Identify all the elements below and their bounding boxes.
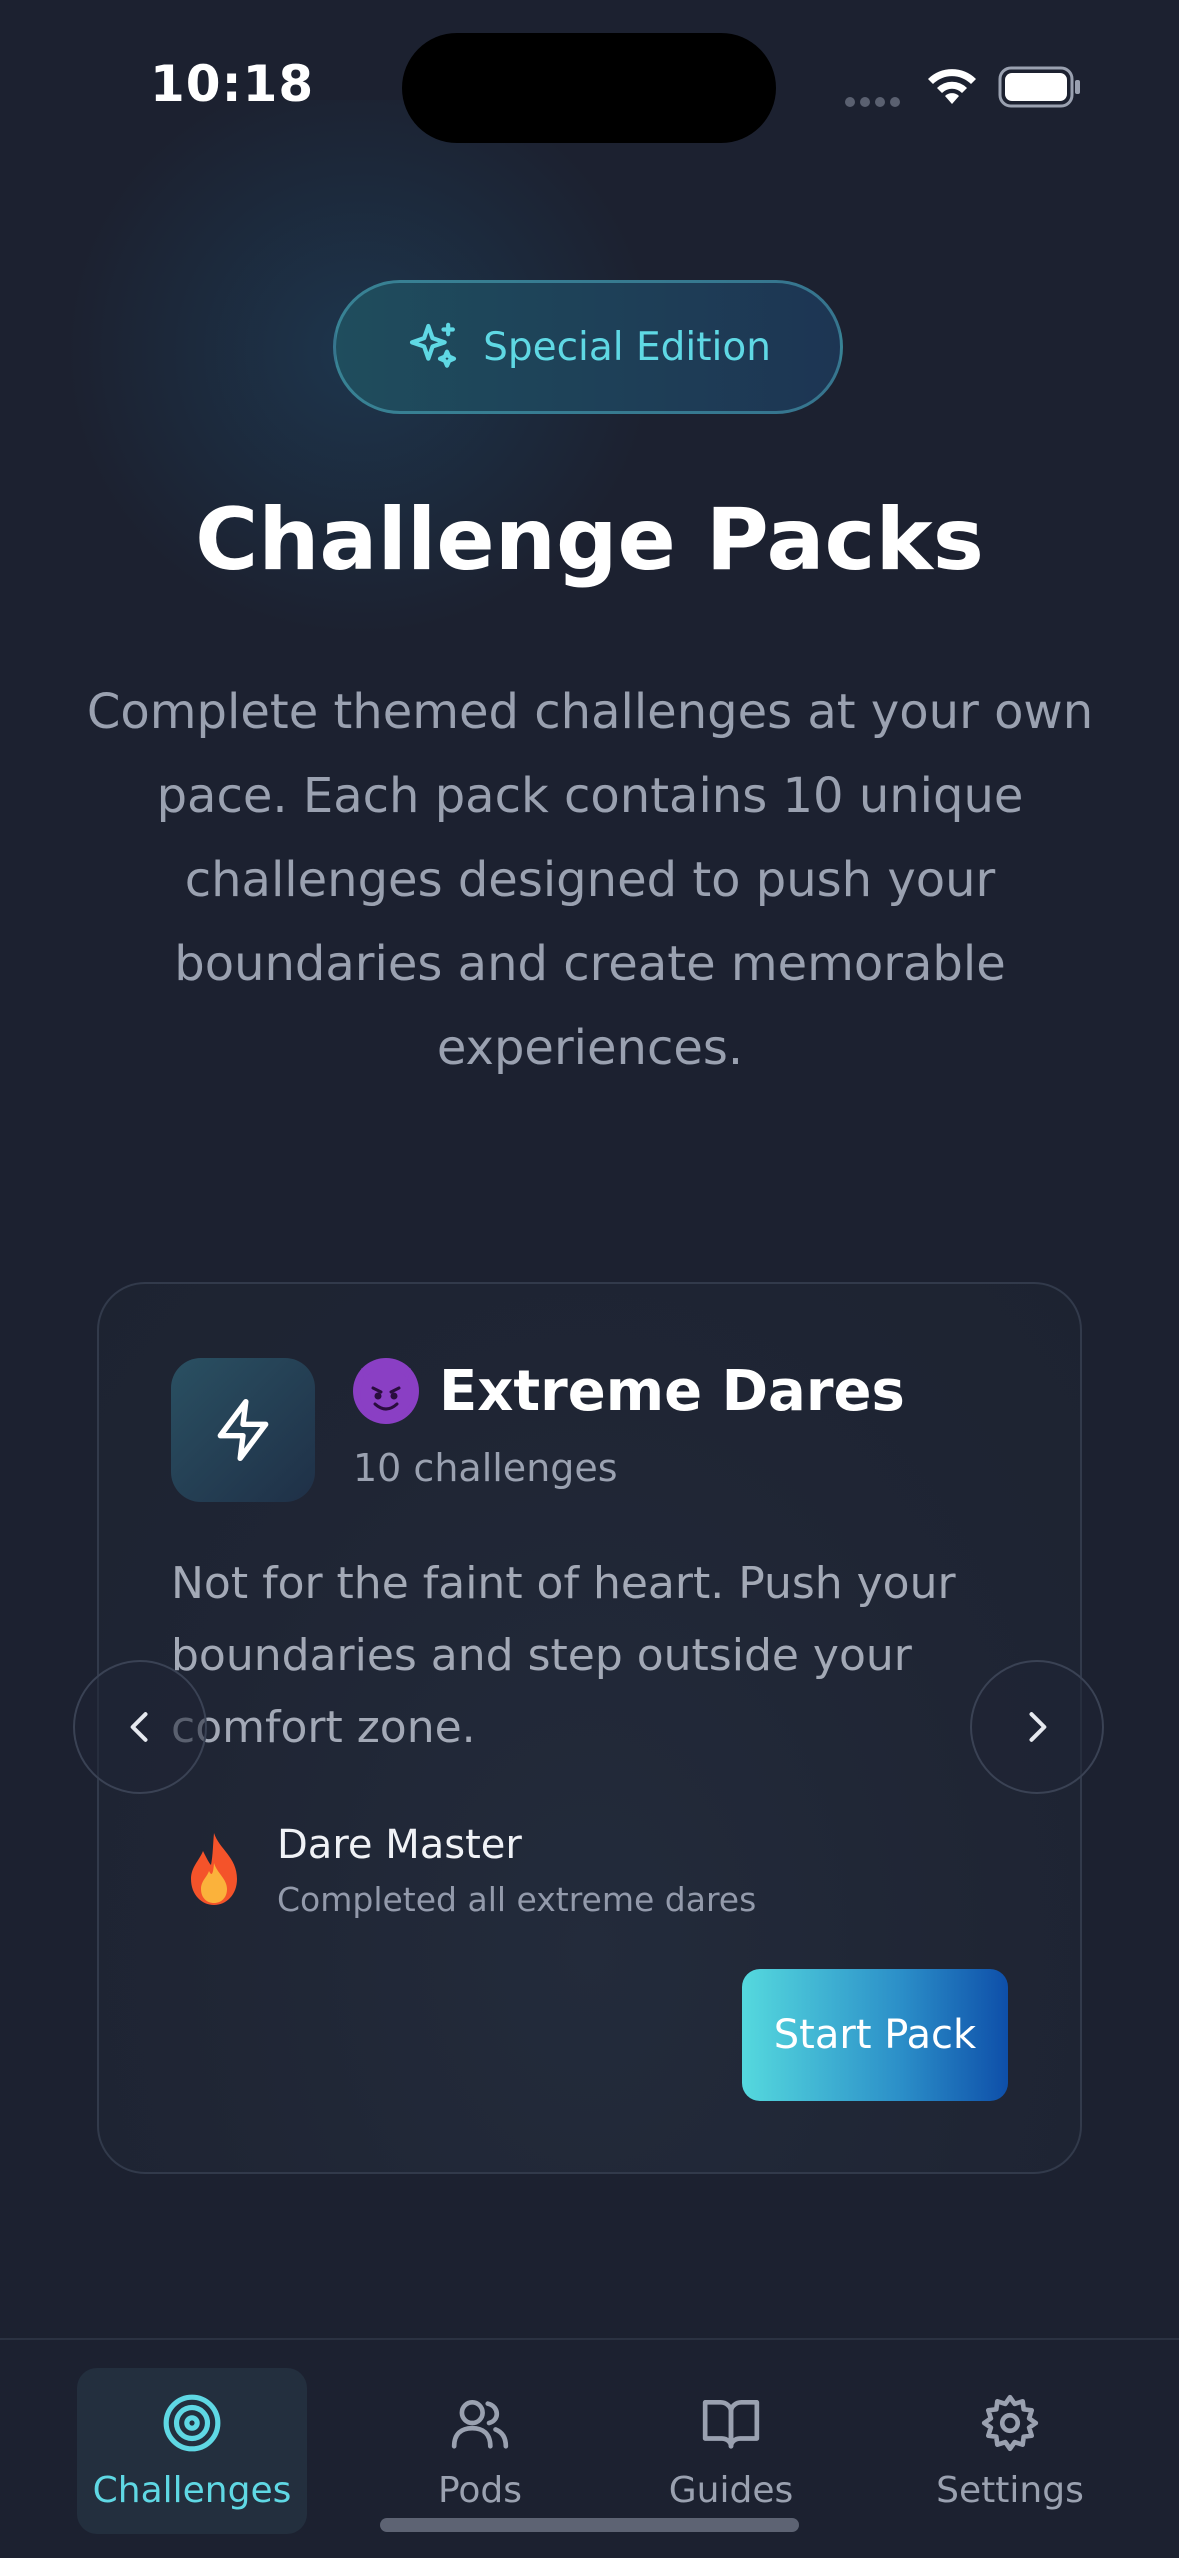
book-icon — [702, 2399, 760, 2449]
tab-pods[interactable]: Pods — [365, 2368, 595, 2534]
pack-title: Extreme Dares — [439, 1358, 905, 1424]
battery-icon — [998, 66, 1080, 108]
badge-label: Special Edition — [483, 324, 771, 370]
tab-label: Settings — [936, 2469, 1084, 2511]
cellular-signal-icon — [845, 92, 905, 111]
pack-challenge-count: 10 challenges — [353, 1446, 618, 1490]
previous-pack-button[interactable] — [73, 1660, 207, 1794]
tab-guides[interactable]: Guides — [616, 2368, 846, 2534]
pack-icon-tile — [171, 1358, 315, 1502]
challenge-pack-card: Extreme Dares 10 challenges Not for the … — [97, 1282, 1082, 2174]
pack-description: Not for the faint of heart. Push your bo… — [171, 1558, 956, 1753]
target-icon — [163, 2394, 221, 2451]
reward-title: Dare Master — [277, 1822, 522, 1868]
pack-title-row: Extreme Dares — [353, 1358, 905, 1424]
sparkles-icon — [409, 322, 457, 368]
chevron-right-icon — [1029, 1712, 1047, 1742]
tab-label: Pods — [437, 2469, 523, 2511]
fire-icon — [191, 1833, 237, 1905]
tab-label: Challenges — [92, 2469, 292, 2511]
lightning-icon — [217, 1398, 269, 1462]
chevron-left-icon — [130, 1712, 148, 1742]
page-description: Complete themed challenges at your own p… — [86, 684, 1094, 1076]
wifi-icon — [928, 69, 976, 104]
reward-subtitle: Completed all extreme dares — [277, 1880, 757, 1919]
devil-emoji — [353, 1358, 419, 1424]
gear-icon — [981, 2394, 1039, 2451]
tab-label: Guides — [668, 2469, 794, 2511]
dynamic-island — [402, 33, 776, 143]
users-icon — [451, 2399, 509, 2449]
special-edition-badge: Special Edition — [333, 280, 843, 414]
home-indicator — [380, 2518, 799, 2532]
status-time: 10:18 — [150, 55, 315, 113]
next-pack-button[interactable] — [970, 1660, 1104, 1794]
start-pack-button[interactable]: Start Pack — [742, 1969, 1008, 2101]
tab-settings[interactable]: Settings — [895, 2368, 1125, 2534]
page-title: Challenge Packs — [195, 490, 984, 590]
tab-challenges[interactable]: Challenges — [77, 2368, 307, 2534]
